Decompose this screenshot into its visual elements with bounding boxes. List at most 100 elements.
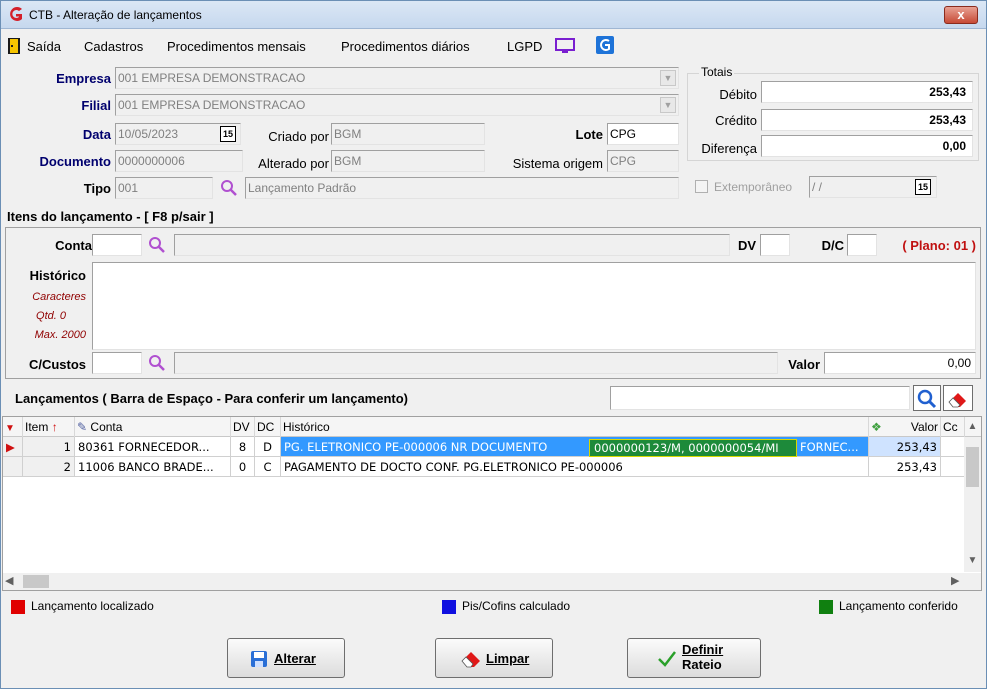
scroll-right-icon[interactable]: ▶ <box>951 574 959 587</box>
tipo-description: Lançamento Padrão <box>248 181 357 195</box>
table-row[interactable]: 2 11006 BANCO BRADE... 0 C PAGAMENTO DE … <box>3 457 965 477</box>
cell-conta: 80361 FORNECEDOR... <box>75 437 231 457</box>
column-valor-label: Valor <box>910 420 938 434</box>
column-conta[interactable]: ✎ Conta <box>75 417 231 437</box>
lancamentos-grid[interactable]: ▼ Item ↑ ✎ Conta DV DC Histórico ❖ Valor … <box>2 416 982 591</box>
column-conta-label: Conta <box>90 420 123 434</box>
cell-valor: 253,43 <box>869 437 941 457</box>
data-value: 10/05/2023 <box>118 127 179 141</box>
itens-panel: Conta DV D/C ( Plano: 01 ) Histórico Car… <box>5 227 981 379</box>
criado-por-label: Criado por <box>268 129 329 144</box>
row-pointer-icon: ▶ <box>3 437 23 457</box>
column-historico[interactable]: Histórico <box>281 417 869 437</box>
empresa-combo[interactable]: 001 EMPRESA DEMONSTRACAO ▼ <box>115 67 679 89</box>
menu-cadastros[interactable]: Cadastros <box>84 39 143 54</box>
column-item[interactable]: Item ↑ <box>23 417 75 437</box>
menu-bar: Saída Cadastros Procedimentos mensais Pr… <box>1 35 986 57</box>
cell-dv: 8 <box>231 437 255 457</box>
data-label: Data <box>82 127 111 142</box>
conta-label: Conta <box>55 238 92 253</box>
filial-value: 001 EMPRESA DEMONSTRACAO <box>118 98 306 112</box>
extemporaneo-date-value: / / <box>812 180 823 194</box>
dv-input[interactable] <box>760 234 790 256</box>
column-dv[interactable]: DV <box>231 417 255 437</box>
scroll-thumb[interactable] <box>966 447 979 487</box>
extemporaneo-checkbox[interactable] <box>695 180 708 193</box>
limpar-button[interactable]: Limpar <box>435 638 553 678</box>
menu-procedimentos-mensais[interactable]: Procedimentos mensais <box>167 39 306 54</box>
alterar-button[interactable]: Alterar <box>227 638 345 678</box>
calendar-icon[interactable]: 15 <box>915 179 931 195</box>
menu-saida[interactable]: Saída <box>27 39 61 54</box>
eraser-icon <box>948 393 966 408</box>
vertical-scrollbar[interactable]: ▲ ▼ <box>964 421 981 572</box>
red-swatch <box>11 599 25 614</box>
title-bar: CTB - Alteração de lançamentos x <box>1 1 986 29</box>
save-icon <box>251 651 267 667</box>
qtd-label: Qtd. 0 <box>36 310 66 322</box>
lote-field[interactable]: CPG <box>607 123 679 145</box>
historico-tooltip: 0000000123/M, 0000000054/MI <box>589 439 797 457</box>
hscroll-thumb[interactable] <box>23 575 49 588</box>
app-g-icon[interactable] <box>596 36 614 54</box>
column-cc[interactable]: Cc <box>941 417 965 437</box>
limpar-label: Limpar <box>486 651 530 666</box>
filial-combo[interactable]: 001 EMPRESA DEMONSTRACAO ▼ <box>115 94 679 116</box>
scroll-down-icon[interactable]: ▼ <box>966 555 979 569</box>
empresa-label: Empresa <box>56 71 111 86</box>
historico-textarea[interactable] <box>92 262 976 350</box>
column-valor[interactable]: ❖ Valor <box>869 417 941 437</box>
plano-label: ( Plano: 01 ) <box>902 238 976 253</box>
documento-field[interactable]: 0000000006 <box>115 150 243 172</box>
grid-header: ▼ Item ↑ ✎ Conta DV DC Histórico ❖ Valor … <box>3 417 981 437</box>
itens-section-title: Itens do lançamento - [ F8 p/sair ] <box>7 209 214 224</box>
scroll-up-icon[interactable]: ▲ <box>966 421 979 435</box>
menu-lgpd[interactable]: LGPD <box>507 39 542 54</box>
horizontal-scrollbar[interactable]: ◀ ▶ <box>3 573 981 590</box>
search-icon[interactable] <box>220 179 238 197</box>
cell-dv: 0 <box>231 457 255 477</box>
debito-label: Débito <box>719 87 757 102</box>
window-title: CTB - Alteração de lançamentos <box>29 8 202 22</box>
historico-text: PG. ELETRONICO PE-000006 NR DOCUMENTO <box>284 440 548 454</box>
definir-rateio-button[interactable]: Definir Rateio <box>627 638 761 678</box>
search-icon[interactable] <box>148 236 166 254</box>
valor-input[interactable]: 0,00 <box>824 352 976 374</box>
search-button[interactable] <box>913 385 941 411</box>
caracteres-label: Caracteres <box>32 291 86 303</box>
filial-label: Filial <box>81 98 111 113</box>
diferenca-label: Diferença <box>701 141 757 156</box>
dc-input[interactable] <box>847 234 877 256</box>
ccustos-label: C/Custos <box>28 357 86 372</box>
alterado-por-value: BGM <box>334 154 362 168</box>
scroll-left-icon[interactable]: ◀ <box>5 574 13 587</box>
cell-historico: PAGAMENTO DE DOCTO CONF. PG.ELETRONICO P… <box>281 457 869 477</box>
sistema-origem-label: Sistema origem <box>512 156 603 171</box>
green-swatch <box>819 599 833 614</box>
column-dc[interactable]: DC <box>255 417 281 437</box>
lancamentos-search-input[interactable] <box>610 386 910 410</box>
search-icon <box>917 389 937 409</box>
diferenca-value: 0,00 <box>761 135 973 157</box>
calendar-icon[interactable]: 15 <box>220 126 236 142</box>
chevron-down-icon[interactable]: ▼ <box>660 97 676 113</box>
historico-tail: FORNEC... <box>800 440 859 454</box>
menu-procedimentos-diarios[interactable]: Procedimentos diários <box>341 39 470 54</box>
close-button[interactable]: x <box>944 6 978 24</box>
ccustos-description-field <box>174 352 778 374</box>
legend-localizado-label: Lançamento localizado <box>31 599 154 613</box>
totais-title: Totais <box>699 65 735 79</box>
search-icon[interactable] <box>148 354 166 372</box>
documento-value: 0000000006 <box>118 154 185 168</box>
app-logo-icon <box>10 7 22 21</box>
tipo-field[interactable]: 001 <box>115 177 213 199</box>
cell-item: 1 <box>23 437 75 457</box>
monitor-icon[interactable] <box>554 38 576 54</box>
ccustos-input[interactable] <box>92 352 142 374</box>
clear-search-button[interactable] <box>943 385 973 411</box>
conta-input[interactable] <box>92 234 142 256</box>
cell-conta: 11006 BANCO BRADE... <box>75 457 231 477</box>
chevron-down-icon[interactable]: ▼ <box>660 70 676 86</box>
historico-label: Histórico <box>29 268 86 283</box>
rateio-label: Rateio <box>682 657 722 672</box>
